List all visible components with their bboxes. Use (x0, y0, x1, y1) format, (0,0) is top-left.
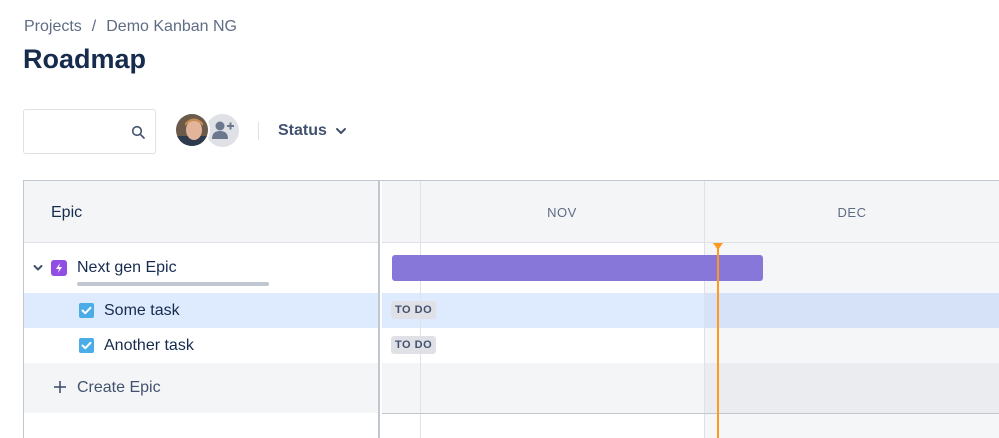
toolbar-divider (258, 122, 259, 140)
breadcrumb: Projects / Demo Kanban NG (24, 18, 237, 36)
roadmap-grid: Epic Next gen Epic Some task Another tas… (23, 180, 999, 438)
epic-row[interactable]: Next gen Epic (24, 243, 378, 293)
task-row[interactable]: Another task (24, 328, 378, 363)
month-label: DEC (837, 205, 867, 220)
chevron-down-icon (335, 128, 346, 134)
task-checkbox-icon (79, 303, 94, 318)
breadcrumb-separator: / (91, 18, 97, 35)
search-box[interactable] (23, 109, 156, 154)
status-lozenge: TO DO (391, 301, 437, 319)
today-marker-icon (713, 243, 723, 250)
timeline-header-spacer (382, 181, 420, 243)
month-header-nov: NOV (420, 181, 704, 243)
month-header-dec: DEC (704, 181, 999, 243)
today-marker-line (717, 243, 719, 438)
epic-lightning-icon (51, 260, 67, 276)
task-checkbox-icon (79, 338, 94, 353)
epic-progress-bar (77, 282, 269, 286)
month-divider (704, 181, 705, 438)
status-lozenge: TO DO (391, 336, 437, 354)
month-label: NOV (547, 205, 577, 220)
epic-list: Epic Next gen Epic Some task Another tas… (24, 181, 380, 438)
create-epic-button[interactable]: Create Epic (24, 363, 378, 413)
epic-column-label: Epic (51, 204, 83, 221)
epic-column-header: Epic (24, 181, 378, 243)
status-filter-button[interactable]: Status (272, 117, 353, 145)
grid-bottom-divider (382, 413, 999, 414)
status-filter-label: Status (278, 122, 327, 139)
epic-title[interactable]: Next gen Epic (77, 259, 177, 277)
chevron-down-icon[interactable] (32, 262, 44, 274)
create-epic-label: Create Epic (77, 379, 161, 396)
task-title[interactable]: Some task (104, 302, 180, 320)
task-title[interactable]: Another task (104, 337, 194, 355)
timeline: NOV DEC TO DO TO DO (382, 181, 999, 438)
breadcrumb-board-link[interactable]: Demo Kanban NG (106, 18, 237, 36)
breadcrumb-projects-link[interactable]: Projects (24, 18, 82, 36)
add-user-icon (212, 121, 234, 139)
epic-timeline-bar[interactable] (392, 255, 763, 281)
search-icon (131, 125, 145, 139)
plus-icon (54, 381, 66, 393)
task-row[interactable]: Some task (24, 293, 378, 328)
search-input[interactable] (32, 120, 132, 144)
page-title: Roadmap (23, 44, 147, 74)
user-avatar[interactable] (174, 112, 210, 148)
